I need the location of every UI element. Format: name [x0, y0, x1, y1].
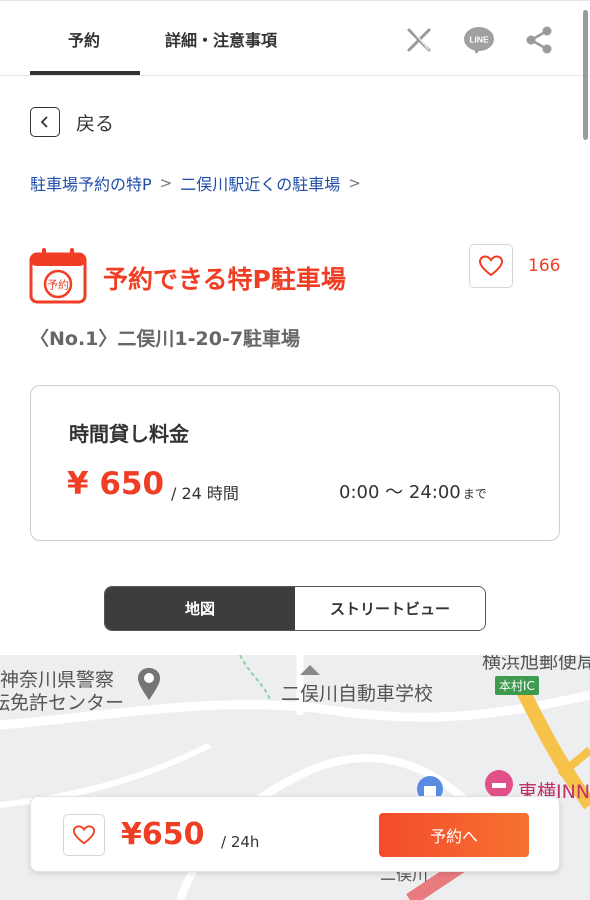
share-button[interactable] [522, 23, 556, 57]
map-label-license-center: 運転免許センター [0, 692, 125, 714]
bottom-price: ¥650 [121, 817, 205, 852]
bottom-reserve-bar: ¥650 / 24h 予約へ [30, 796, 560, 872]
calendar-reserve-icon: 予約 [29, 248, 87, 304]
svg-text:予約: 予約 [47, 278, 69, 292]
toggle-street-view[interactable]: ストリートビュー [295, 587, 485, 630]
back-button[interactable]: 戻る [30, 106, 114, 138]
bottom-favorite-button[interactable] [63, 814, 105, 856]
price-unit: / 24 時間 [171, 484, 239, 503]
page-title: 予約できる特P駐車場 [103, 265, 346, 294]
svg-text:LINE: LINE [469, 35, 489, 45]
map-label-honmura-ic: 本村IC [495, 676, 539, 695]
x-share-button[interactable] [402, 23, 436, 57]
breadcrumb-item-station[interactable]: 二俣川駅近くの駐車場 [180, 171, 340, 195]
tab-details[interactable]: 詳細・注意事項 [165, 27, 277, 51]
hours-suffix: まで [462, 487, 487, 501]
favorite-count: 166 [528, 256, 561, 276]
map-pin-icon [138, 668, 160, 700]
line-share-button[interactable]: LINE [462, 23, 496, 57]
favorite-button[interactable] [469, 244, 513, 288]
map-label-driving-school: 二俣川自動車学校 [281, 683, 434, 705]
price-heading: 時間貸し料金 [69, 422, 189, 446]
hours-range: 0:00 〜 24:00 [339, 482, 461, 503]
page-scrollbar[interactable] [583, 10, 588, 140]
back-label: 戻る [76, 112, 115, 135]
share-icon [526, 26, 552, 54]
parking-name: 〈No.1〉二俣川1-20-7駐車場 [30, 328, 301, 350]
chevron-right-icon: > [159, 174, 173, 192]
line-icon: LINE [464, 27, 494, 54]
price-card: 時間貸し料金 ¥ 650 / 24 時間 0:00 〜 24:00 まで [30, 385, 560, 541]
tab-reserve[interactable]: 予約 [68, 27, 100, 51]
hotel-icon [485, 770, 513, 798]
toggle-map[interactable]: 地図 [105, 587, 295, 630]
chevron-left-icon [30, 107, 60, 137]
chevron-right-icon: > [348, 174, 361, 192]
top-tab-bar: 予約 詳細・注意事項 LINE [0, 0, 590, 76]
x-icon [407, 28, 431, 52]
price-amount: ¥ 650 [67, 466, 165, 502]
heart-icon [478, 255, 504, 277]
reserve-button[interactable]: 予約へ [379, 813, 529, 857]
price-hours: 0:00 〜 24:00 まで [339, 478, 487, 504]
active-tab-indicator [30, 71, 140, 75]
breadcrumb-item-top[interactable]: 駐車場予約の特P [30, 171, 152, 195]
map-label-post-office: 横浜旭郵便局 [482, 655, 590, 673]
breadcrumb: 駐車場予約の特P > 二俣川駅近くの駐車場 > [30, 171, 369, 195]
view-toggle: 地図 ストリートビュー [104, 586, 486, 631]
bottom-price-unit: / 24h [221, 833, 260, 851]
heart-icon [72, 825, 96, 845]
